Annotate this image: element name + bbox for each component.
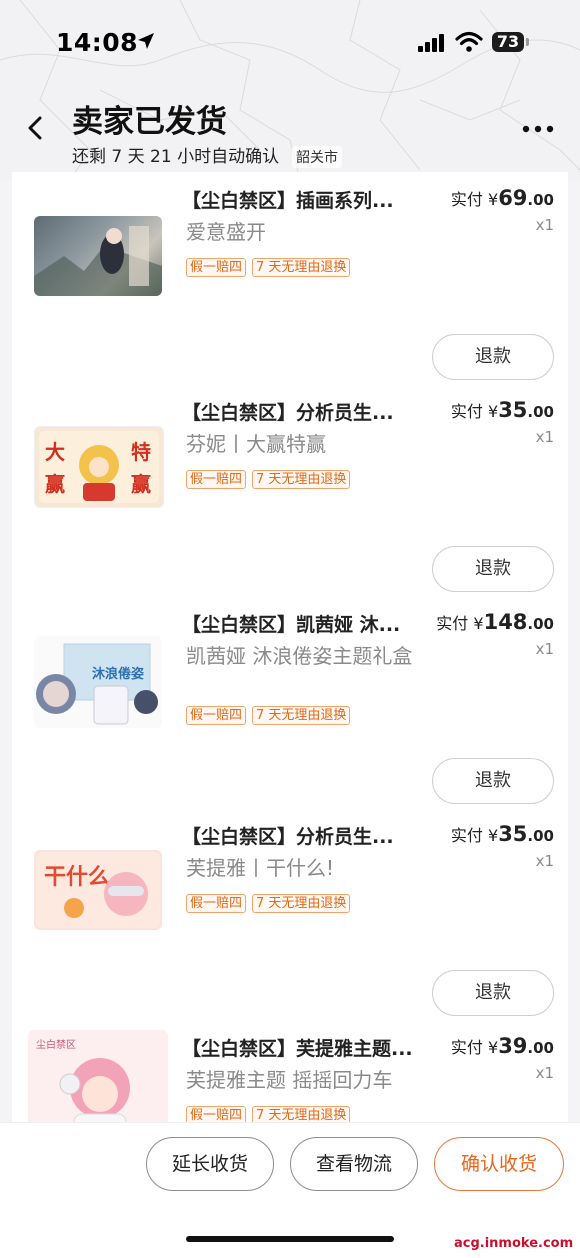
product-image-futiya[interactable]: 干什么 xyxy=(34,850,162,930)
map-city-label: 韶关市 xyxy=(292,146,342,168)
price: 实付 ¥39.00 xyxy=(451,1034,554,1058)
refund-button[interactable]: 退款 xyxy=(432,970,554,1016)
quantity: x1 xyxy=(535,1064,554,1082)
price-decimal: .00 xyxy=(527,615,554,633)
price-prefix: 实付 ¥ xyxy=(450,1038,499,1057)
price-integer: 69 xyxy=(498,186,528,210)
product-spec: 芬妮丨大赢特赢 xyxy=(186,432,326,456)
price-prefix: 实付 ¥ xyxy=(450,826,499,845)
gift-box-graphic: 沐浪倦姿 xyxy=(36,643,158,725)
more-options-icon[interactable] xyxy=(520,124,556,134)
sticker-text: 干什么 xyxy=(44,865,110,890)
service-tags: 假一赔四 7 天无理由退换 xyxy=(186,894,351,913)
refund-button[interactable]: 退款 xyxy=(432,758,554,804)
view-logistics-button[interactable]: 查看物流 xyxy=(290,1137,418,1191)
illustration-graphic xyxy=(34,226,162,296)
order-items-card: 【尘白禁区】插画系列... 爱意盛开 假一赔四 7 天无理由退换 实付 ¥69.… xyxy=(12,172,568,1122)
quantity: x1 xyxy=(535,852,554,870)
product-spec: 爱意盛开 xyxy=(186,220,266,244)
product-image-pullback-car[interactable]: 尘白禁区 xyxy=(28,1030,168,1122)
product-image-gift-box[interactable]: 沐浪倦姿 xyxy=(34,636,162,728)
refund-button[interactable]: 退款 xyxy=(432,546,554,592)
product-name: 【尘白禁区】分析员生... xyxy=(182,402,394,424)
order-item[interactable]: 沐浪倦姿 【尘白禁区】凯茜娅 沐... 凯茜娅 沐浪倦姿主题礼盒 假一赔四 7 … xyxy=(12,596,568,807)
product-image-fenny[interactable]: 大 特 赢 赢 xyxy=(34,426,164,508)
tag-counterfeit-guarantee: 假一赔四 xyxy=(186,258,247,277)
location-arrow-icon xyxy=(138,33,154,49)
product-spec: 芙提雅丨干什么! xyxy=(186,856,335,880)
tag-seven-day-return: 7 天无理由退换 xyxy=(252,258,351,277)
price-decimal: .00 xyxy=(527,403,554,421)
gift-box-title-art: 沐浪倦姿 xyxy=(92,666,144,682)
price-integer: 39 xyxy=(498,1034,528,1058)
service-tags: 假一赔四 7 天无理由退换 xyxy=(186,706,351,725)
extend-receipt-button[interactable]: 延长收货 xyxy=(146,1137,274,1191)
product-spec: 凯茜娅 沐浪倦姿主题礼盒 xyxy=(186,644,413,668)
product-image-illustration[interactable] xyxy=(34,216,162,296)
product-spec: 芙提雅主题 摇摇回力车 xyxy=(186,1068,393,1092)
tag-seven-day-return: 7 天无理由退换 xyxy=(252,1106,351,1122)
tag-seven-day-return: 7 天无理由退换 xyxy=(252,706,351,725)
price: 实付 ¥148.00 xyxy=(436,610,554,634)
sticker-char-1: 大 xyxy=(45,440,65,464)
home-indicator[interactable] xyxy=(186,1236,394,1242)
quantity: x1 xyxy=(535,640,554,658)
price-decimal: .00 xyxy=(527,827,554,845)
order-item[interactable]: 干什么 【尘白禁区】分析员生... 芙提雅丨干什么! 假一赔四 7 天无理由退换… xyxy=(12,808,568,1019)
tag-counterfeit-guarantee: 假一赔四 xyxy=(186,894,247,913)
battery-tip xyxy=(526,38,529,46)
order-item[interactable]: 【尘白禁区】插画系列... 爱意盛开 假一赔四 7 天无理由退换 实付 ¥69.… xyxy=(12,172,568,383)
order-item[interactable]: 尘白禁区 【尘白禁区】芙提雅主题... 芙提雅主题 摇摇回力车 假一赔四 7 天… xyxy=(12,1020,568,1122)
brand-mark: 尘白禁区 xyxy=(36,1038,76,1051)
sticker-char-2: 特 xyxy=(131,440,151,464)
status-bar: 14:08 73 xyxy=(0,0,580,86)
quantity: x1 xyxy=(535,428,554,446)
battery-indicator: 73 xyxy=(492,32,524,52)
futiya-sticker-graphic: 干什么 xyxy=(36,852,160,928)
price-decimal: .00 xyxy=(527,1039,554,1057)
service-tags: 假一赔四 7 天无理由退换 xyxy=(186,1106,351,1122)
back-arrow-icon[interactable] xyxy=(22,112,48,144)
refund-button[interactable]: 退款 xyxy=(432,334,554,380)
service-tags: 假一赔四 7 天无理由退换 xyxy=(186,258,351,277)
sticker-char-4: 赢 xyxy=(131,472,151,496)
price-decimal: .00 xyxy=(527,191,554,209)
price-prefix: 实付 ¥ xyxy=(450,402,499,421)
tag-seven-day-return: 7 天无理由退换 xyxy=(252,470,351,489)
service-tags: 假一赔四 7 天无理由退换 xyxy=(186,470,351,489)
page-title: 卖家已发货 xyxy=(72,104,227,140)
pullback-car-graphic: 尘白禁区 xyxy=(36,1038,130,1122)
fenny-sticker-graphic: 大 特 赢 赢 xyxy=(39,431,159,503)
price-integer: 35 xyxy=(498,398,528,422)
sticker-char-3: 赢 xyxy=(45,472,65,496)
tag-seven-day-return: 7 天无理由退换 xyxy=(252,894,351,913)
product-name: 【尘白禁区】芙提雅主题... xyxy=(182,1038,413,1060)
clock: 14:08 xyxy=(56,28,139,57)
price-integer: 148 xyxy=(483,610,528,634)
product-name: 【尘白禁区】凯茜娅 沐... xyxy=(182,614,401,636)
quantity: x1 xyxy=(535,216,554,234)
confirm-receipt-button[interactable]: 确认收货 xyxy=(434,1137,564,1191)
price: 实付 ¥69.00 xyxy=(451,186,554,210)
tag-counterfeit-guarantee: 假一赔四 xyxy=(186,1106,247,1122)
cellular-signal-icon xyxy=(418,34,444,52)
auto-confirm-countdown: 还剩 7 天 21 小时自动确认 xyxy=(72,147,280,167)
product-name: 【尘白禁区】插画系列... xyxy=(182,190,394,212)
wifi-icon xyxy=(455,31,483,52)
price-prefix: 实付 ¥ xyxy=(450,190,499,209)
price: 实付 ¥35.00 xyxy=(451,398,554,422)
watermark: acg.inmoke.com xyxy=(452,1236,576,1251)
order-item[interactable]: 大 特 赢 赢 【尘白禁区】分析员生... 芬妮丨大赢特赢 假一赔四 7 天无理… xyxy=(12,384,568,595)
price-integer: 35 xyxy=(498,822,528,846)
price: 实付 ¥35.00 xyxy=(451,822,554,846)
tag-counterfeit-guarantee: 假一赔四 xyxy=(186,706,247,725)
price-prefix: 实付 ¥ xyxy=(436,614,484,633)
tag-counterfeit-guarantee: 假一赔四 xyxy=(186,470,247,489)
product-name: 【尘白禁区】分析员生... xyxy=(182,826,394,848)
